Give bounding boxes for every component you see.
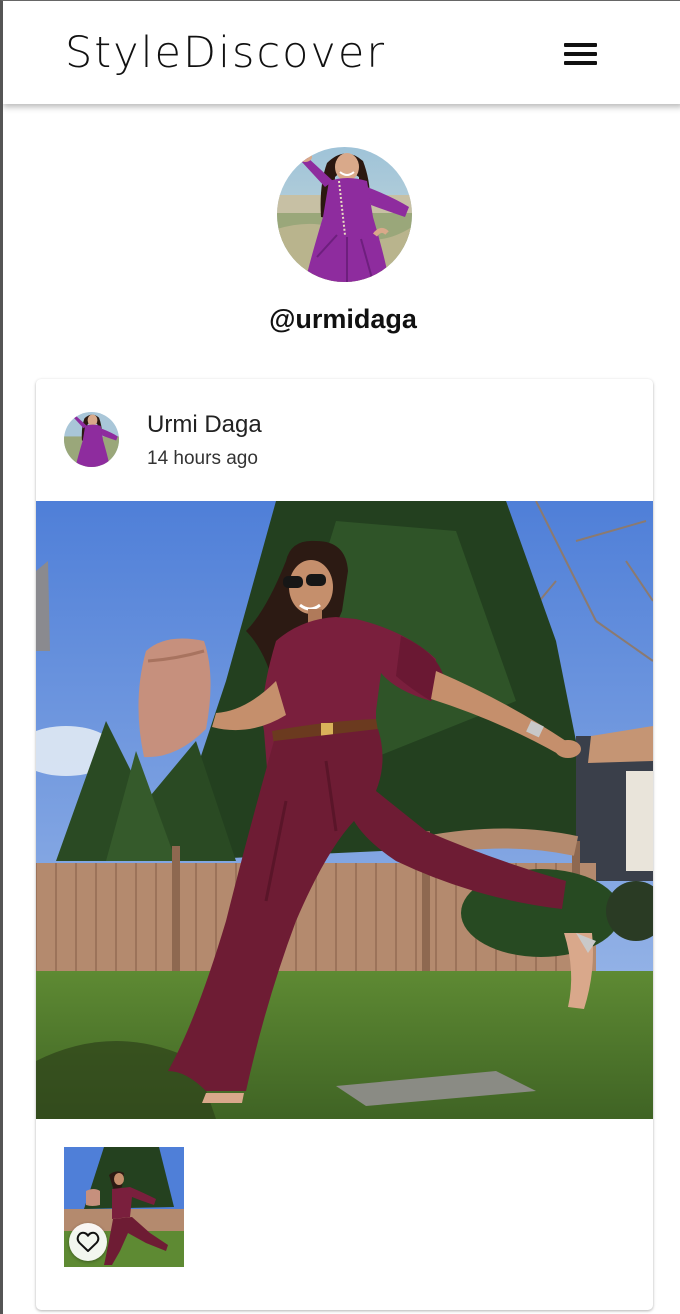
profile-handle[interactable]: @urmidaga (3, 304, 680, 335)
brand-logo[interactable]: StyleDiscover (65, 25, 386, 81)
top-app-bar: StyleDiscover (3, 1, 680, 104)
app-frame: StyleDiscover @urmidaga Urmi Daga 14 hou… (0, 0, 680, 1314)
post-photo[interactable] (36, 501, 653, 1119)
heart-outline-icon (76, 1231, 100, 1252)
post-card: Urmi Daga 14 hours ago (36, 379, 653, 1310)
hamburger-menu-icon (564, 43, 597, 47)
post-author-name[interactable]: Urmi Daga (147, 411, 262, 439)
menu-button[interactable] (555, 35, 603, 73)
menu-icon-bar (564, 52, 597, 56)
post-timestamp: 14 hours ago (147, 448, 258, 469)
like-button[interactable] (69, 1223, 107, 1261)
post-photo-image (36, 501, 653, 1119)
author-avatar[interactable] (64, 412, 119, 467)
profile-avatar[interactable] (277, 147, 412, 282)
profile-avatar-image (277, 147, 412, 282)
menu-icon-bar (564, 61, 597, 65)
author-avatar-image (64, 412, 119, 467)
